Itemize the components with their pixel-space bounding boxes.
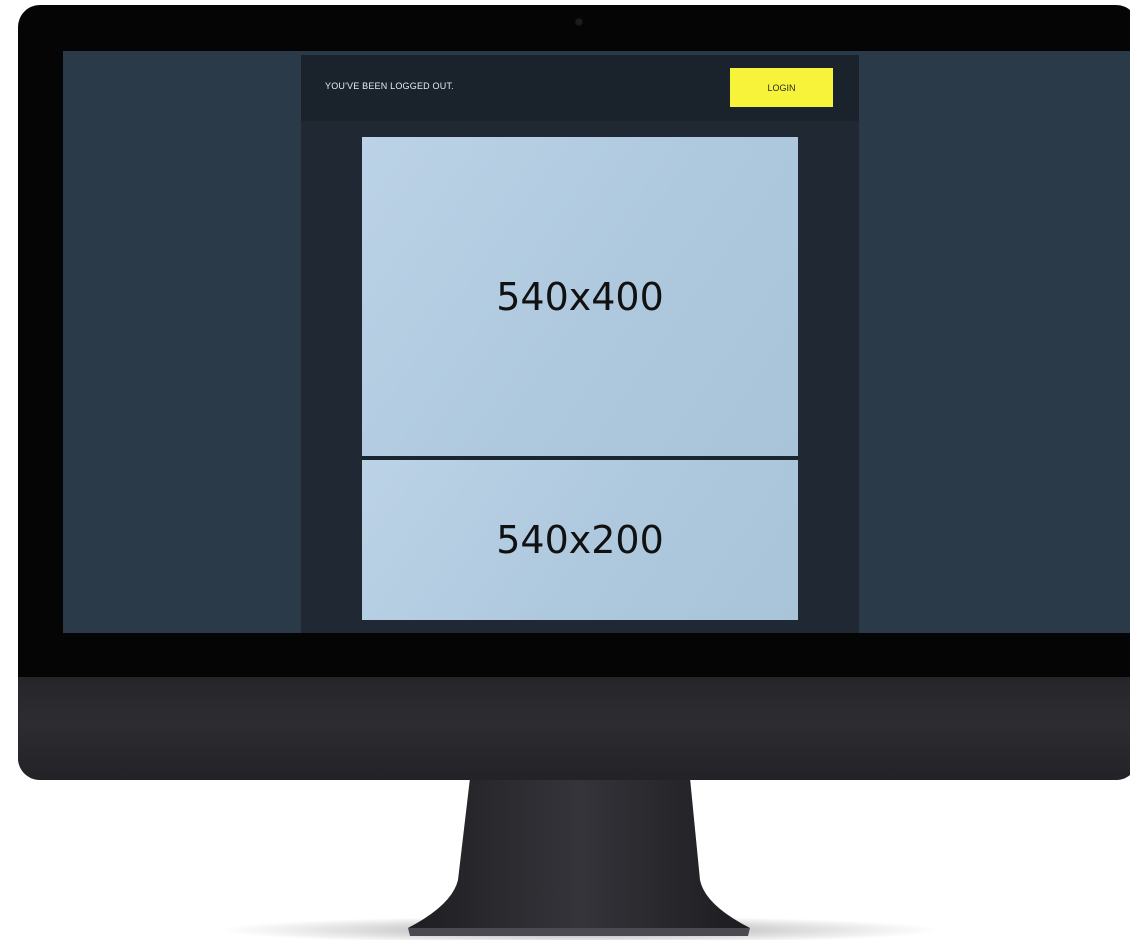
- image-placeholder-large: 540x400: [362, 137, 798, 456]
- screen: YOU'VE BEEN LOGGED OUT. LOGIN 540x400 54…: [63, 51, 1130, 633]
- logged-out-message: YOU'VE BEEN LOGGED OUT.: [325, 81, 454, 91]
- stage: YOU'VE BEEN LOGGED OUT. LOGIN 540x400 54…: [0, 0, 1130, 940]
- page-container: YOU'VE BEEN LOGGED OUT. LOGIN 540x400 54…: [301, 55, 859, 633]
- image-placeholder-small: 540x200: [362, 460, 798, 620]
- placeholder-large-label: 540x400: [496, 274, 664, 319]
- top-bar: YOU'VE BEEN LOGGED OUT. LOGIN: [301, 55, 859, 121]
- login-button[interactable]: LOGIN: [730, 68, 833, 107]
- monitor-bezel: YOU'VE BEEN LOGGED OUT. LOGIN 540x400 54…: [18, 5, 1130, 780]
- monitor-chin: [18, 677, 1130, 780]
- placeholder-small-label: 540x200: [496, 518, 664, 562]
- camera-icon: [576, 19, 582, 25]
